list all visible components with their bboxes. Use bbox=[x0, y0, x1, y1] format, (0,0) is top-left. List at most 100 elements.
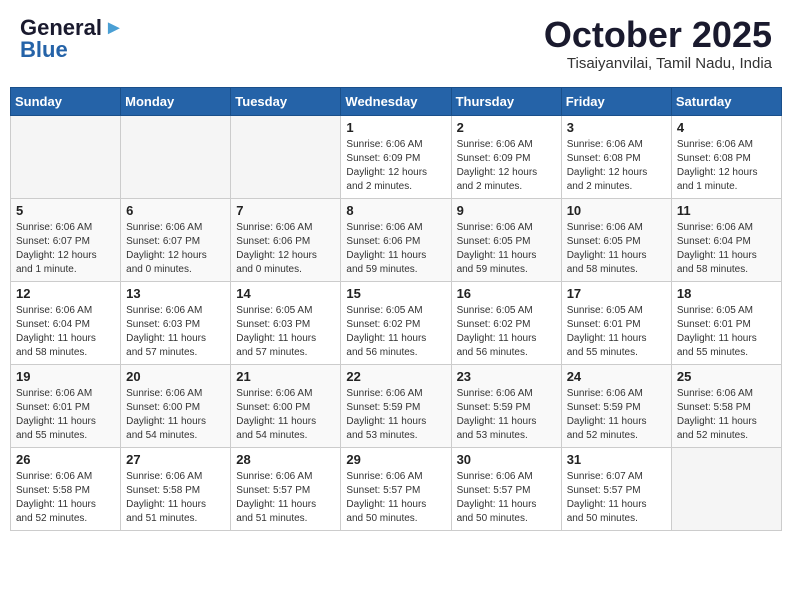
calendar-cell: 3 Sunrise: 6:06 AM Sunset: 6:08 PM Daylig… bbox=[561, 115, 671, 198]
day-info: Sunrise: 6:06 AM Sunset: 6:00 PM Dayligh… bbox=[236, 387, 335, 443]
day-number: 31 bbox=[567, 452, 666, 467]
page-header: General ► Blue October 2025 Tisaiyanvila… bbox=[10, 10, 782, 77]
calendar-week-row: 19 Sunrise: 6:06 AM Sunset: 6:01 PM Dayli… bbox=[11, 364, 782, 447]
day-info: Sunrise: 6:05 AM Sunset: 6:02 PM Dayligh… bbox=[346, 304, 445, 360]
day-number: 1 bbox=[346, 120, 445, 135]
calendar-cell: 6 Sunrise: 6:06 AM Sunset: 6:07 PM Daylig… bbox=[121, 198, 231, 281]
calendar-cell: 30 Sunrise: 6:06 AM Sunset: 5:57 PM Dayli… bbox=[451, 447, 561, 530]
day-info: Sunrise: 6:06 AM Sunset: 6:04 PM Dayligh… bbox=[16, 304, 115, 360]
day-info: Sunrise: 6:06 AM Sunset: 6:06 PM Dayligh… bbox=[236, 221, 335, 277]
day-number: 21 bbox=[236, 369, 335, 384]
day-number: 4 bbox=[677, 120, 776, 135]
day-number: 14 bbox=[236, 286, 335, 301]
calendar-cell: 8 Sunrise: 6:06 AM Sunset: 6:06 PM Daylig… bbox=[341, 198, 451, 281]
calendar-cell: 10 Sunrise: 6:06 AM Sunset: 6:05 PM Dayli… bbox=[561, 198, 671, 281]
day-number: 23 bbox=[457, 369, 556, 384]
calendar-title: October 2025 bbox=[544, 15, 772, 55]
day-info: Sunrise: 6:06 AM Sunset: 6:07 PM Dayligh… bbox=[126, 221, 225, 277]
calendar-cell: 25 Sunrise: 6:06 AM Sunset: 5:58 PM Dayli… bbox=[671, 364, 781, 447]
day-number: 26 bbox=[16, 452, 115, 467]
day-info: Sunrise: 6:05 AM Sunset: 6:01 PM Dayligh… bbox=[677, 304, 776, 360]
day-info: Sunrise: 6:06 AM Sunset: 5:59 PM Dayligh… bbox=[457, 387, 556, 443]
calendar-cell: 1 Sunrise: 6:06 AM Sunset: 6:09 PM Daylig… bbox=[341, 115, 451, 198]
day-info: Sunrise: 6:06 AM Sunset: 5:57 PM Dayligh… bbox=[457, 470, 556, 526]
day-info: Sunrise: 6:06 AM Sunset: 6:09 PM Dayligh… bbox=[457, 138, 556, 194]
calendar-cell: 19 Sunrise: 6:06 AM Sunset: 6:01 PM Dayli… bbox=[11, 364, 121, 447]
day-info: Sunrise: 6:05 AM Sunset: 6:02 PM Dayligh… bbox=[457, 304, 556, 360]
day-info: Sunrise: 6:06 AM Sunset: 6:08 PM Dayligh… bbox=[567, 138, 666, 194]
day-info: Sunrise: 6:06 AM Sunset: 6:08 PM Dayligh… bbox=[677, 138, 776, 194]
day-number: 10 bbox=[567, 203, 666, 218]
day-info: Sunrise: 6:06 AM Sunset: 5:59 PM Dayligh… bbox=[567, 387, 666, 443]
day-info: Sunrise: 6:05 AM Sunset: 6:03 PM Dayligh… bbox=[236, 304, 335, 360]
calendar-cell: 16 Sunrise: 6:05 AM Sunset: 6:02 PM Dayli… bbox=[451, 281, 561, 364]
day-info: Sunrise: 6:06 AM Sunset: 6:05 PM Dayligh… bbox=[457, 221, 556, 277]
day-number: 7 bbox=[236, 203, 335, 218]
day-number: 22 bbox=[346, 369, 445, 384]
day-number: 11 bbox=[677, 203, 776, 218]
day-number: 9 bbox=[457, 203, 556, 218]
calendar-week-row: 12 Sunrise: 6:06 AM Sunset: 6:04 PM Dayli… bbox=[11, 281, 782, 364]
calendar-cell: 4 Sunrise: 6:06 AM Sunset: 6:08 PM Daylig… bbox=[671, 115, 781, 198]
day-number: 29 bbox=[346, 452, 445, 467]
day-info: Sunrise: 6:06 AM Sunset: 6:03 PM Dayligh… bbox=[126, 304, 225, 360]
day-info: Sunrise: 6:06 AM Sunset: 5:57 PM Dayligh… bbox=[346, 470, 445, 526]
calendar-cell: 5Sunrise: 6:06 AM Sunset: 6:07 PM Daylig… bbox=[11, 198, 121, 281]
calendar-cell: 18 Sunrise: 6:05 AM Sunset: 6:01 PM Dayli… bbox=[671, 281, 781, 364]
weekday-header-sunday: Sunday bbox=[11, 87, 121, 115]
day-info: Sunrise: 6:06 AM Sunset: 5:58 PM Dayligh… bbox=[126, 470, 225, 526]
logo-blue-text: Blue bbox=[20, 41, 68, 59]
day-number: 27 bbox=[126, 452, 225, 467]
weekday-header-tuesday: Tuesday bbox=[231, 87, 341, 115]
day-number: 12 bbox=[16, 286, 115, 301]
day-number: 18 bbox=[677, 286, 776, 301]
calendar-cell: 26 Sunrise: 6:06 AM Sunset: 5:58 PM Dayli… bbox=[11, 447, 121, 530]
day-number: 13 bbox=[126, 286, 225, 301]
day-info: Sunrise: 6:06 AM Sunset: 6:06 PM Dayligh… bbox=[346, 221, 445, 277]
calendar-cell: 11 Sunrise: 6:06 AM Sunset: 6:04 PM Dayli… bbox=[671, 198, 781, 281]
day-info: Sunrise: 6:06 AM Sunset: 5:58 PM Dayligh… bbox=[16, 470, 115, 526]
weekday-header-saturday: Saturday bbox=[671, 87, 781, 115]
day-number: 16 bbox=[457, 286, 556, 301]
calendar-week-row: 26 Sunrise: 6:06 AM Sunset: 5:58 PM Dayli… bbox=[11, 447, 782, 530]
day-number: 30 bbox=[457, 452, 556, 467]
calendar-cell: 9 Sunrise: 6:06 AM Sunset: 6:05 PM Daylig… bbox=[451, 198, 561, 281]
day-info: Sunrise: 6:06 AM Sunset: 6:09 PM Dayligh… bbox=[346, 138, 445, 194]
title-block: October 2025 Tisaiyanvilai, Tamil Nadu, … bbox=[544, 15, 772, 72]
day-info: Sunrise: 6:06 AM Sunset: 6:07 PM Dayligh… bbox=[16, 221, 115, 277]
calendar-cell: 27 Sunrise: 6:06 AM Sunset: 5:58 PM Dayli… bbox=[121, 447, 231, 530]
calendar-cell: 21 Sunrise: 6:06 AM Sunset: 6:00 PM Dayli… bbox=[231, 364, 341, 447]
day-info: Sunrise: 6:06 AM Sunset: 6:05 PM Dayligh… bbox=[567, 221, 666, 277]
calendar-cell: 14 Sunrise: 6:05 AM Sunset: 6:03 PM Dayli… bbox=[231, 281, 341, 364]
calendar-cell: 7 Sunrise: 6:06 AM Sunset: 6:06 PM Daylig… bbox=[231, 198, 341, 281]
calendar-cell: 13 Sunrise: 6:06 AM Sunset: 6:03 PM Dayli… bbox=[121, 281, 231, 364]
day-info: Sunrise: 6:06 AM Sunset: 6:01 PM Dayligh… bbox=[16, 387, 115, 443]
day-info: Sunrise: 6:06 AM Sunset: 5:58 PM Dayligh… bbox=[677, 387, 776, 443]
weekday-header-friday: Friday bbox=[561, 87, 671, 115]
day-number: 19 bbox=[16, 369, 115, 384]
calendar-cell: 15Sunrise: 6:05 AM Sunset: 6:02 PM Dayli… bbox=[341, 281, 451, 364]
calendar-cell: 22 Sunrise: 6:06 AM Sunset: 5:59 PM Dayli… bbox=[341, 364, 451, 447]
day-number: 17 bbox=[567, 286, 666, 301]
calendar-cell bbox=[11, 115, 121, 198]
weekday-header-thursday: Thursday bbox=[451, 87, 561, 115]
weekday-header-monday: Monday bbox=[121, 87, 231, 115]
logo-arrow-icon: ► bbox=[104, 17, 124, 40]
day-info: Sunrise: 6:06 AM Sunset: 6:04 PM Dayligh… bbox=[677, 221, 776, 277]
calendar-cell bbox=[231, 115, 341, 198]
calendar-cell: 23 Sunrise: 6:06 AM Sunset: 5:59 PM Dayli… bbox=[451, 364, 561, 447]
calendar-cell: 24Sunrise: 6:06 AM Sunset: 5:59 PM Dayli… bbox=[561, 364, 671, 447]
day-info: Sunrise: 6:06 AM Sunset: 6:00 PM Dayligh… bbox=[126, 387, 225, 443]
day-number: 8 bbox=[346, 203, 445, 218]
calendar-cell: 2Sunrise: 6:06 AM Sunset: 6:09 PM Daylig… bbox=[451, 115, 561, 198]
day-number: 3 bbox=[567, 120, 666, 135]
day-number: 6 bbox=[126, 203, 225, 218]
calendar-cell: 29 Sunrise: 6:06 AM Sunset: 5:57 PM Dayli… bbox=[341, 447, 451, 530]
day-info: Sunrise: 6:06 AM Sunset: 5:57 PM Dayligh… bbox=[236, 470, 335, 526]
calendar-subtitle: Tisaiyanvilai, Tamil Nadu, India bbox=[544, 55, 772, 72]
day-number: 25 bbox=[677, 369, 776, 384]
calendar-cell: 28Sunrise: 6:06 AM Sunset: 5:57 PM Dayli… bbox=[231, 447, 341, 530]
calendar-week-row: 1 Sunrise: 6:06 AM Sunset: 6:09 PM Daylig… bbox=[11, 115, 782, 198]
day-info: Sunrise: 6:06 AM Sunset: 5:59 PM Dayligh… bbox=[346, 387, 445, 443]
calendar-cell: 31Sunrise: 6:07 AM Sunset: 5:57 PM Dayli… bbox=[561, 447, 671, 530]
